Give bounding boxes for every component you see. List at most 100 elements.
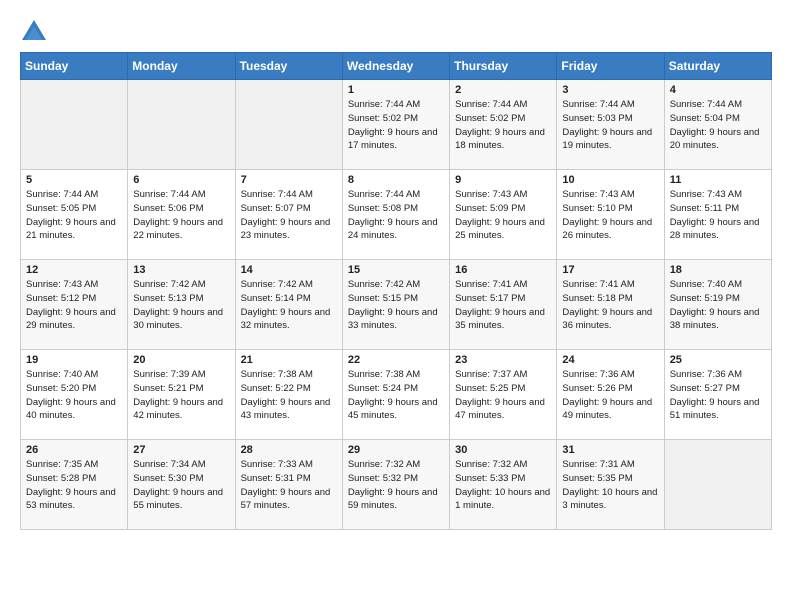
day-number: 26 — [26, 444, 122, 456]
day-info: Sunrise: 7:32 AM Sunset: 5:32 PM Dayligh… — [348, 458, 444, 513]
calendar-cell — [21, 80, 128, 170]
day-number: 17 — [562, 264, 658, 276]
day-number: 8 — [348, 174, 444, 186]
calendar-cell: 16 Sunrise: 7:41 AM Sunset: 5:17 PM Dayli… — [450, 260, 557, 350]
day-number: 31 — [562, 444, 658, 456]
day-number: 19 — [26, 354, 122, 366]
day-info: Sunrise: 7:43 AM Sunset: 5:10 PM Dayligh… — [562, 188, 658, 243]
day-info: Sunrise: 7:43 AM Sunset: 5:11 PM Dayligh… — [670, 188, 766, 243]
calendar-cell: 25 Sunrise: 7:36 AM Sunset: 5:27 PM Dayli… — [664, 350, 771, 440]
day-number: 4 — [670, 84, 766, 96]
calendar-cell — [664, 440, 771, 530]
calendar-cell: 22 Sunrise: 7:38 AM Sunset: 5:24 PM Dayli… — [342, 350, 449, 440]
day-number: 29 — [348, 444, 444, 456]
day-number: 1 — [348, 84, 444, 96]
calendar-cell: 23Sunrise: 7:37 AM Sunset: 5:25 PM Dayli… — [450, 350, 557, 440]
calendar-cell: 21 Sunrise: 7:38 AM Sunset: 5:22 PM Dayli… — [235, 350, 342, 440]
calendar-cell: 17 Sunrise: 7:41 AM Sunset: 5:18 PM Dayli… — [557, 260, 664, 350]
day-number: 25 — [670, 354, 766, 366]
calendar-week-row: 12Sunrise: 7:43 AM Sunset: 5:12 PM Dayli… — [21, 260, 772, 350]
day-info: Sunrise: 7:44 AM Sunset: 5:08 PM Dayligh… — [348, 188, 444, 243]
calendar-cell: 2 Sunrise: 7:44 AM Sunset: 5:02 PM Daylig… — [450, 80, 557, 170]
weekday-header-thursday: Thursday — [450, 53, 557, 80]
calendar-cell: 29 Sunrise: 7:32 AM Sunset: 5:32 PM Dayli… — [342, 440, 449, 530]
day-info: Sunrise: 7:33 AM Sunset: 5:31 PM Dayligh… — [241, 458, 337, 513]
day-info: Sunrise: 7:34 AM Sunset: 5:30 PM Dayligh… — [133, 458, 229, 513]
day-number: 14 — [241, 264, 337, 276]
day-info: Sunrise: 7:44 AM Sunset: 5:07 PM Dayligh… — [241, 188, 337, 243]
day-number: 5 — [26, 174, 122, 186]
day-info: Sunrise: 7:44 AM Sunset: 5:03 PM Dayligh… — [562, 98, 658, 153]
weekday-header-friday: Friday — [557, 53, 664, 80]
day-info: Sunrise: 7:32 AM Sunset: 5:33 PM Dayligh… — [455, 458, 551, 513]
day-info: Sunrise: 7:36 AM Sunset: 5:27 PM Dayligh… — [670, 368, 766, 423]
day-number: 2 — [455, 84, 551, 96]
calendar-cell: 12Sunrise: 7:43 AM Sunset: 5:12 PM Dayli… — [21, 260, 128, 350]
calendar-cell: 11 Sunrise: 7:43 AM Sunset: 5:11 PM Dayli… — [664, 170, 771, 260]
day-info: Sunrise: 7:38 AM Sunset: 5:22 PM Dayligh… — [241, 368, 337, 423]
calendar-cell: 14 Sunrise: 7:42 AM Sunset: 5:14 PM Dayli… — [235, 260, 342, 350]
header — [20, 18, 772, 46]
logo-icon — [20, 18, 48, 46]
calendar-cell: 26 Sunrise: 7:35 AM Sunset: 5:28 PM Dayli… — [21, 440, 128, 530]
calendar-cell: 31 Sunrise: 7:31 AM Sunset: 5:35 PM Dayli… — [557, 440, 664, 530]
calendar-cell: 6Sunrise: 7:44 AM Sunset: 5:06 PM Daylig… — [128, 170, 235, 260]
calendar-cell: 19Sunrise: 7:40 AM Sunset: 5:20 PM Dayli… — [21, 350, 128, 440]
calendar-cell: 7 Sunrise: 7:44 AM Sunset: 5:07 PM Daylig… — [235, 170, 342, 260]
day-number: 10 — [562, 174, 658, 186]
day-number: 6 — [133, 174, 229, 186]
day-info: Sunrise: 7:42 AM Sunset: 5:15 PM Dayligh… — [348, 278, 444, 333]
day-number: 15 — [348, 264, 444, 276]
page: SundayMondayTuesdayWednesdayThursdayFrid… — [0, 0, 792, 550]
calendar-cell: 18 Sunrise: 7:40 AM Sunset: 5:19 PM Dayli… — [664, 260, 771, 350]
calendar-cell: 28 Sunrise: 7:33 AM Sunset: 5:31 PM Dayli… — [235, 440, 342, 530]
calendar-cell: 8 Sunrise: 7:44 AM Sunset: 5:08 PM Daylig… — [342, 170, 449, 260]
day-info: Sunrise: 7:43 AM Sunset: 5:09 PM Dayligh… — [455, 188, 551, 243]
weekday-header-monday: Monday — [128, 53, 235, 80]
weekday-header-wednesday: Wednesday — [342, 53, 449, 80]
day-info: Sunrise: 7:42 AM Sunset: 5:14 PM Dayligh… — [241, 278, 337, 333]
logo — [20, 18, 52, 46]
calendar-cell: 27 Sunrise: 7:34 AM Sunset: 5:30 PM Dayli… — [128, 440, 235, 530]
day-info: Sunrise: 7:41 AM Sunset: 5:17 PM Dayligh… — [455, 278, 551, 333]
day-number: 7 — [241, 174, 337, 186]
day-number: 27 — [133, 444, 229, 456]
day-info: Sunrise: 7:42 AM Sunset: 5:13 PM Dayligh… — [133, 278, 229, 333]
day-number: 20 — [133, 354, 229, 366]
calendar-week-row: 26 Sunrise: 7:35 AM Sunset: 5:28 PM Dayli… — [21, 440, 772, 530]
calendar-cell: 30Sunrise: 7:32 AM Sunset: 5:33 PM Dayli… — [450, 440, 557, 530]
day-number: 21 — [241, 354, 337, 366]
day-number: 12 — [26, 264, 122, 276]
day-number: 28 — [241, 444, 337, 456]
day-info: Sunrise: 7:31 AM Sunset: 5:35 PM Dayligh… — [562, 458, 658, 513]
day-number: 9 — [455, 174, 551, 186]
calendar-cell: 1 Sunrise: 7:44 AM Sunset: 5:02 PM Daylig… — [342, 80, 449, 170]
day-info: Sunrise: 7:40 AM Sunset: 5:19 PM Dayligh… — [670, 278, 766, 333]
day-info: Sunrise: 7:44 AM Sunset: 5:02 PM Dayligh… — [455, 98, 551, 153]
weekday-header-tuesday: Tuesday — [235, 53, 342, 80]
calendar-cell: 3 Sunrise: 7:44 AM Sunset: 5:03 PM Daylig… — [557, 80, 664, 170]
day-info: Sunrise: 7:36 AM Sunset: 5:26 PM Dayligh… — [562, 368, 658, 423]
day-number: 22 — [348, 354, 444, 366]
day-info: Sunrise: 7:41 AM Sunset: 5:18 PM Dayligh… — [562, 278, 658, 333]
calendar-table: SundayMondayTuesdayWednesdayThursdayFrid… — [20, 52, 772, 530]
day-info: Sunrise: 7:35 AM Sunset: 5:28 PM Dayligh… — [26, 458, 122, 513]
day-info: Sunrise: 7:44 AM Sunset: 5:04 PM Dayligh… — [670, 98, 766, 153]
day-number: 3 — [562, 84, 658, 96]
day-info: Sunrise: 7:39 AM Sunset: 5:21 PM Dayligh… — [133, 368, 229, 423]
calendar-cell: 9 Sunrise: 7:43 AM Sunset: 5:09 PM Daylig… — [450, 170, 557, 260]
weekday-header-saturday: Saturday — [664, 53, 771, 80]
calendar-week-row: 5 Sunrise: 7:44 AM Sunset: 5:05 PM Daylig… — [21, 170, 772, 260]
day-number: 16 — [455, 264, 551, 276]
calendar-cell: 5 Sunrise: 7:44 AM Sunset: 5:05 PM Daylig… — [21, 170, 128, 260]
day-info: Sunrise: 7:38 AM Sunset: 5:24 PM Dayligh… — [348, 368, 444, 423]
day-info: Sunrise: 7:44 AM Sunset: 5:05 PM Dayligh… — [26, 188, 122, 243]
calendar-week-row: 19Sunrise: 7:40 AM Sunset: 5:20 PM Dayli… — [21, 350, 772, 440]
calendar-cell: 10 Sunrise: 7:43 AM Sunset: 5:10 PM Dayli… — [557, 170, 664, 260]
day-info: Sunrise: 7:44 AM Sunset: 5:02 PM Dayligh… — [348, 98, 444, 153]
calendar-cell — [128, 80, 235, 170]
day-info: Sunrise: 7:37 AM Sunset: 5:25 PM Dayligh… — [455, 368, 551, 423]
calendar-cell: 20 Sunrise: 7:39 AM Sunset: 5:21 PM Dayli… — [128, 350, 235, 440]
day-number: 11 — [670, 174, 766, 186]
day-number: 18 — [670, 264, 766, 276]
